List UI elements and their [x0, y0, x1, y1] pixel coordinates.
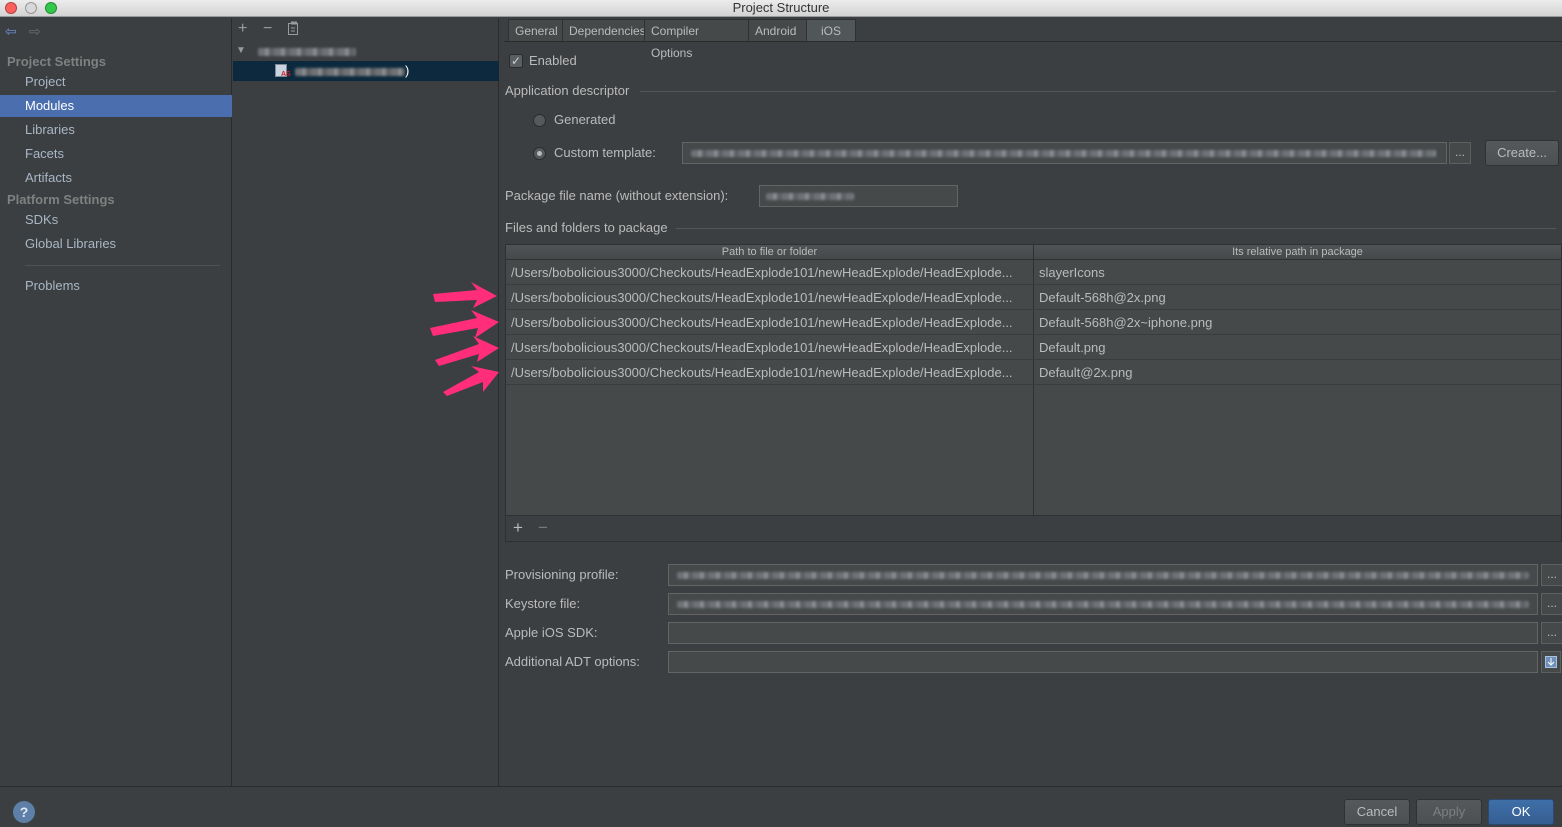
enabled-label[interactable]: Enabled — [529, 53, 577, 68]
annotation-arrows — [430, 282, 499, 396]
column-header-path[interactable]: Path to file or folder — [506, 245, 1033, 259]
app-descriptor-divider — [640, 91, 1556, 92]
tab-underline — [504, 41, 1562, 42]
actionscript-module-icon: AS — [275, 64, 291, 78]
annotation-arrow-icon — [435, 336, 499, 366]
table-cell-path: /Users/bobolicious3000/Checkouts/HeadExp… — [511, 290, 1013, 305]
forward-arrow-icon[interactable]: ⇨ — [29, 23, 41, 40]
remove-module-button[interactable]: − — [263, 20, 272, 38]
sidebar-item-project[interactable]: Project — [0, 71, 232, 93]
custom-template-browse-button[interactable]: ... — [1449, 142, 1471, 164]
table-cell-relative: Default@2x.png — [1039, 365, 1133, 380]
provisioning-browse-button[interactable]: ... — [1541, 564, 1562, 586]
custom-template-path-field[interactable] — [682, 142, 1447, 164]
apple-ios-sdk-label: Apple iOS SDK: — [505, 625, 598, 640]
table-row[interactable]: /Users/bobolicious3000/Checkouts/HeadExp… — [506, 310, 1561, 335]
tree-item-selected-module[interactable]: AS ) — [233, 61, 499, 81]
window-title: Project Structure — [732, 0, 830, 15]
platform-settings-header: Platform Settings — [7, 192, 115, 207]
sidebar-item-global-libraries[interactable]: Global Libraries — [0, 233, 232, 255]
custom-template-radio[interactable] — [533, 147, 546, 160]
module-name-suffix: ) — [405, 63, 410, 78]
create-button[interactable]: Create... — [1485, 140, 1559, 166]
enabled-checkbox[interactable]: ✓ — [509, 54, 523, 68]
sidebar-item-sdks[interactable]: SDKs — [0, 209, 232, 231]
module-tree-panel: + − ▼ AS ) — [233, 18, 499, 786]
table-cell-relative: slayerIcons — [1039, 265, 1105, 280]
table-toolbar: + − — [505, 516, 1562, 542]
package-file-name-label: Package file name (without extension): — [505, 188, 729, 203]
files-divider — [676, 228, 1556, 229]
expand-field-icon[interactable] — [1541, 651, 1561, 673]
tab-dependencies[interactable]: Dependencies — [562, 19, 646, 42]
table-cell-path: /Users/bobolicious3000/Checkouts/HeadExp… — [511, 365, 1013, 380]
sidebar-divider — [25, 265, 220, 266]
column-header-relative[interactable]: Its relative path in package — [1034, 245, 1561, 259]
table-cell-path: /Users/bobolicious3000/Checkouts/HeadExp… — [511, 265, 1013, 280]
keystore-file-field[interactable] — [668, 593, 1538, 615]
dialog-footer: ? Cancel Apply OK — [0, 786, 1562, 827]
sidebar-item-artifacts[interactable]: Artifacts — [0, 167, 232, 189]
sidebar-item-modules[interactable]: Modules — [0, 95, 232, 117]
annotation-arrow-icon — [430, 310, 499, 338]
table-cell-path: /Users/bobolicious3000/Checkouts/HeadExp… — [511, 340, 1013, 355]
table-cell-relative: Default.png — [1039, 340, 1106, 355]
table-row[interactable]: /Users/bobolicious3000/Checkouts/HeadExp… — [506, 260, 1561, 285]
ok-button[interactable]: OK — [1488, 799, 1554, 825]
files-table: Path to file or folder Its relative path… — [505, 244, 1562, 517]
table-row[interactable]: /Users/bobolicious3000/Checkouts/HeadExp… — [506, 335, 1561, 360]
table-cell-path: /Users/bobolicious3000/Checkouts/HeadExp… — [511, 315, 1013, 330]
table-cell-relative: Default-568h@2x~iphone.png — [1039, 315, 1213, 330]
provisioning-profile-field[interactable] — [668, 564, 1538, 586]
remove-file-button[interactable]: − — [538, 518, 548, 538]
project-settings-header: Project Settings — [7, 54, 106, 69]
cancel-button[interactable]: Cancel — [1344, 799, 1410, 825]
table-cell-relative: Default-568h@2x.png — [1039, 290, 1166, 305]
keystore-file-label: Keystore file: — [505, 596, 581, 611]
add-module-button[interactable]: + — [238, 20, 247, 38]
sidebar-item-problems[interactable]: Problems — [0, 275, 232, 297]
tab-compiler-options[interactable]: Compiler Options — [644, 19, 750, 60]
tab-ios[interactable]: iOS — [806, 19, 856, 42]
copy-icon[interactable] — [288, 21, 300, 38]
package-file-name-field[interactable] — [759, 185, 958, 207]
annotation-arrow-icon — [433, 282, 497, 308]
add-file-button[interactable]: + — [513, 518, 523, 538]
annotation-arrow-icon — [443, 366, 499, 396]
help-button[interactable]: ? — [13, 801, 35, 823]
generated-label[interactable]: Generated — [554, 112, 615, 127]
app-descriptor-label: Application descriptor — [505, 83, 630, 98]
provisioning-profile-label: Provisioning profile: — [505, 567, 619, 582]
expand-triangle-icon[interactable]: ▼ — [236, 45, 246, 56]
sdk-browse-button[interactable]: ... — [1541, 622, 1562, 644]
apply-button[interactable]: Apply — [1416, 799, 1482, 825]
files-to-package-label: Files and folders to package — [505, 220, 668, 235]
selected-module-name — [295, 68, 405, 76]
title-bar: Project Structure — [0, 0, 1562, 17]
table-row[interactable]: /Users/bobolicious3000/Checkouts/HeadExp… — [506, 360, 1561, 385]
generated-radio[interactable] — [533, 114, 546, 127]
settings-sidebar: ⇦ ⇨ Project Settings Project Modules Lib… — [0, 18, 232, 786]
tab-android[interactable]: Android — [748, 19, 808, 42]
apple-ios-sdk-field[interactable] — [668, 622, 1538, 644]
keystore-browse-button[interactable]: ... — [1541, 593, 1562, 615]
custom-template-label[interactable]: Custom template: — [554, 145, 656, 160]
module-group-name[interactable] — [258, 48, 356, 56]
sidebar-item-facets[interactable]: Facets — [0, 143, 232, 165]
table-row[interactable]: /Users/bobolicious3000/Checkouts/HeadExp… — [506, 285, 1561, 310]
additional-adt-options-field[interactable] — [668, 651, 1538, 673]
back-arrow-icon[interactable]: ⇦ — [5, 23, 17, 40]
tab-general[interactable]: General — [508, 19, 564, 42]
additional-adt-options-label: Additional ADT options: — [505, 654, 640, 669]
sidebar-item-libraries[interactable]: Libraries — [0, 119, 232, 141]
